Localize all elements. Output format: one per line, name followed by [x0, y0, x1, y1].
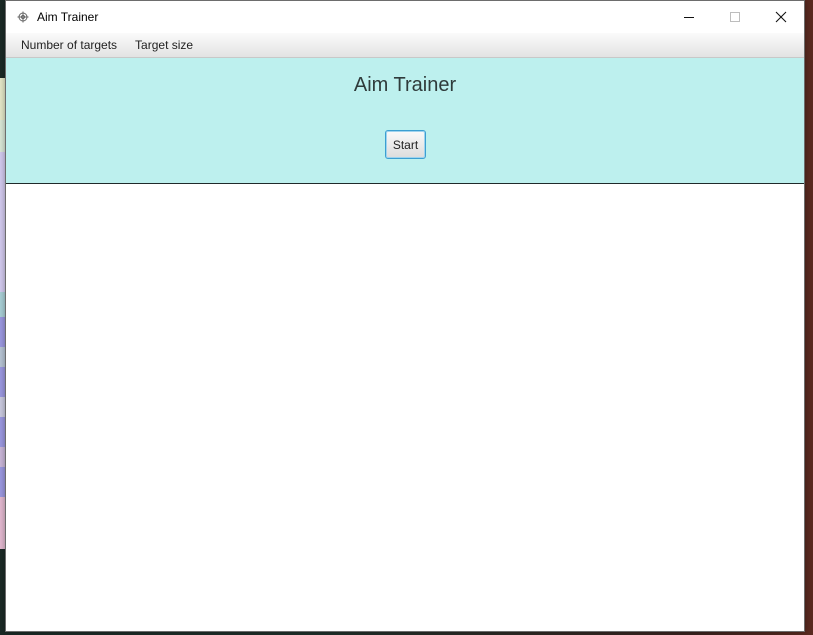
target-area[interactable] [6, 184, 804, 631]
title-bar[interactable]: Aim Trainer [6, 1, 804, 33]
maximize-icon [730, 12, 740, 22]
close-icon [775, 11, 787, 23]
window-title: Aim Trainer [37, 10, 99, 24]
crosshair-icon [16, 10, 30, 24]
close-button[interactable] [758, 1, 804, 33]
start-button[interactable]: Start [385, 130, 426, 159]
header-panel: Aim Trainer Start [6, 58, 804, 184]
menu-target-size[interactable]: Target size [126, 33, 202, 57]
menu-bar: Number of targets Target size [6, 33, 804, 58]
window-controls [666, 1, 804, 33]
app-window: Aim Trainer Number of targets Target siz… [5, 0, 805, 632]
minimize-icon [684, 17, 694, 18]
minimize-button[interactable] [666, 1, 712, 33]
menu-number-of-targets[interactable]: Number of targets [6, 33, 126, 57]
page-title: Aim Trainer [353, 74, 457, 96]
maximize-button[interactable] [712, 1, 758, 33]
